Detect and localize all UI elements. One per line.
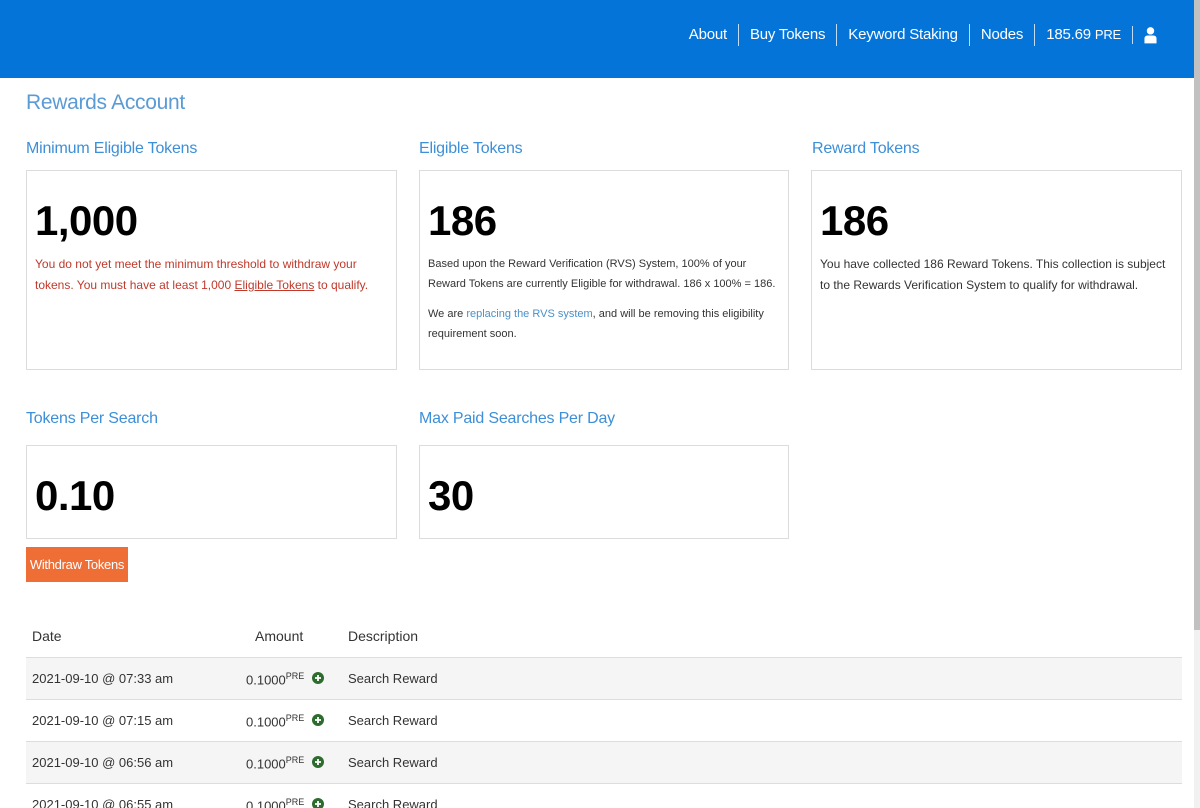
amount-column-header[interactable]: Amount: [255, 628, 303, 644]
row-amount: 0.1000PRE: [246, 671, 304, 687]
max-searches-value: 30: [428, 472, 474, 519]
table-row: 2021-09-10 @ 07:15 am 0.1000PRE Search R…: [26, 700, 1182, 742]
tokens-per-search-value: 0.10: [35, 472, 115, 519]
reward-tokens-label: Reward Tokens: [812, 140, 920, 157]
nav-nodes[interactable]: Nodes: [968, 24, 1034, 46]
minimum-eligible-card: 1,000 You do not yet meet the minimum th…: [26, 170, 397, 370]
row-amount-value: 0.1000: [246, 756, 286, 772]
row-amount-unit: PRE: [285, 755, 305, 765]
top-navigation-bar: About Buy Tokens Keyword Staking Nodes 1…: [0, 0, 1194, 78]
rvs-note-text: We are: [428, 308, 467, 320]
nav-buy-tokens[interactable]: Buy Tokens: [737, 24, 836, 46]
description-column-header[interactable]: Description: [348, 628, 418, 644]
minimum-eligible-value: 1,000: [35, 197, 138, 244]
replacing-rvs-link[interactable]: replacing the RVS system: [466, 308, 592, 320]
row-amount-unit: PRE: [285, 671, 305, 681]
eligible-tokens-value: 186: [428, 197, 497, 244]
eligible-tokens-card: 186 Based upon the Reward Verification (…: [419, 170, 789, 370]
reward-tokens-card: 186 You have collected 186 Reward Tokens…: [811, 170, 1182, 370]
scrollbar-thumb[interactable]: [1194, 0, 1200, 630]
transactions-table: Date Amount Description 2021-09-10 @ 07:…: [26, 616, 1182, 808]
row-amount-value: 0.1000: [246, 714, 286, 730]
eligible-tokens-explanation: Based upon the Reward Verification (RVS)…: [428, 258, 776, 290]
balance-value: 185.69: [1046, 26, 1091, 43]
row-description: Search Reward: [348, 755, 438, 770]
max-searches-card: 30: [419, 445, 789, 539]
row-description: Search Reward: [348, 671, 438, 686]
reward-tokens-value: 186: [820, 197, 889, 244]
tokens-per-search-card: 0.10: [26, 445, 397, 539]
main-nav: About Buy Tokens Keyword Staking Nodes 1…: [678, 22, 1168, 48]
max-searches-label: Max Paid Searches Per Day: [419, 410, 615, 427]
row-amount: 0.1000PRE: [246, 755, 304, 771]
plus-circle-icon: [312, 798, 324, 808]
row-amount: 0.1000PRE: [246, 713, 304, 729]
plus-circle-icon: [312, 672, 324, 684]
minimum-eligible-label: Minimum Eligible Tokens: [26, 140, 198, 157]
page-scrollbar[interactable]: [1194, 0, 1200, 808]
row-amount: 0.1000PRE: [246, 797, 304, 808]
row-description: Search Reward: [348, 713, 438, 728]
nav-about[interactable]: About: [678, 24, 738, 46]
page-title: Rewards Account: [26, 91, 185, 114]
table-row: 2021-09-10 @ 06:55 am 0.1000PRE Search R…: [26, 784, 1182, 808]
table-row: 2021-09-10 @ 06:56 am 0.1000PRE Search R…: [26, 742, 1182, 784]
reward-tokens-message: You have collected 186 Reward Tokens. Th…: [820, 257, 1166, 292]
eligible-tokens-link[interactable]: Eligible Tokens: [234, 278, 314, 292]
row-date: 2021-09-10 @ 07:33 am: [32, 671, 174, 686]
row-date: 2021-09-10 @ 06:55 am: [32, 797, 174, 808]
row-date: 2021-09-10 @ 06:56 am: [32, 755, 174, 770]
minimum-message-suffix: to qualify.: [314, 278, 369, 292]
user-icon: [1144, 27, 1157, 44]
nav-balance[interactable]: 185.69 PRE: [1034, 24, 1132, 46]
date-column-header[interactable]: Date: [32, 628, 62, 644]
rvs-replacement-note: We are replacing the RVS system, and wil…: [428, 304, 780, 344]
row-amount-unit: PRE: [285, 797, 305, 807]
row-amount-unit: PRE: [285, 713, 305, 723]
withdraw-tokens-button[interactable]: Withdraw Tokens: [26, 547, 128, 582]
user-menu-button[interactable]: [1132, 26, 1168, 44]
row-amount-value: 0.1000: [246, 672, 286, 688]
plus-circle-icon: [312, 756, 324, 768]
row-description: Search Reward: [348, 797, 438, 808]
minimum-eligible-message: You do not yet meet the minimum threshol…: [35, 254, 391, 296]
plus-circle-icon: [312, 714, 324, 726]
row-date: 2021-09-10 @ 07:15 am: [32, 713, 174, 728]
table-header: Date Amount Description: [26, 616, 1182, 658]
tokens-per-search-label: Tokens Per Search: [26, 410, 158, 427]
table-row: 2021-09-10 @ 07:33 am 0.1000PRE Search R…: [26, 658, 1182, 700]
balance-unit: PRE: [1094, 27, 1121, 42]
eligible-tokens-label: Eligible Tokens: [419, 140, 523, 157]
row-amount-value: 0.1000: [246, 798, 286, 808]
nav-keyword-staking[interactable]: Keyword Staking: [836, 24, 969, 46]
